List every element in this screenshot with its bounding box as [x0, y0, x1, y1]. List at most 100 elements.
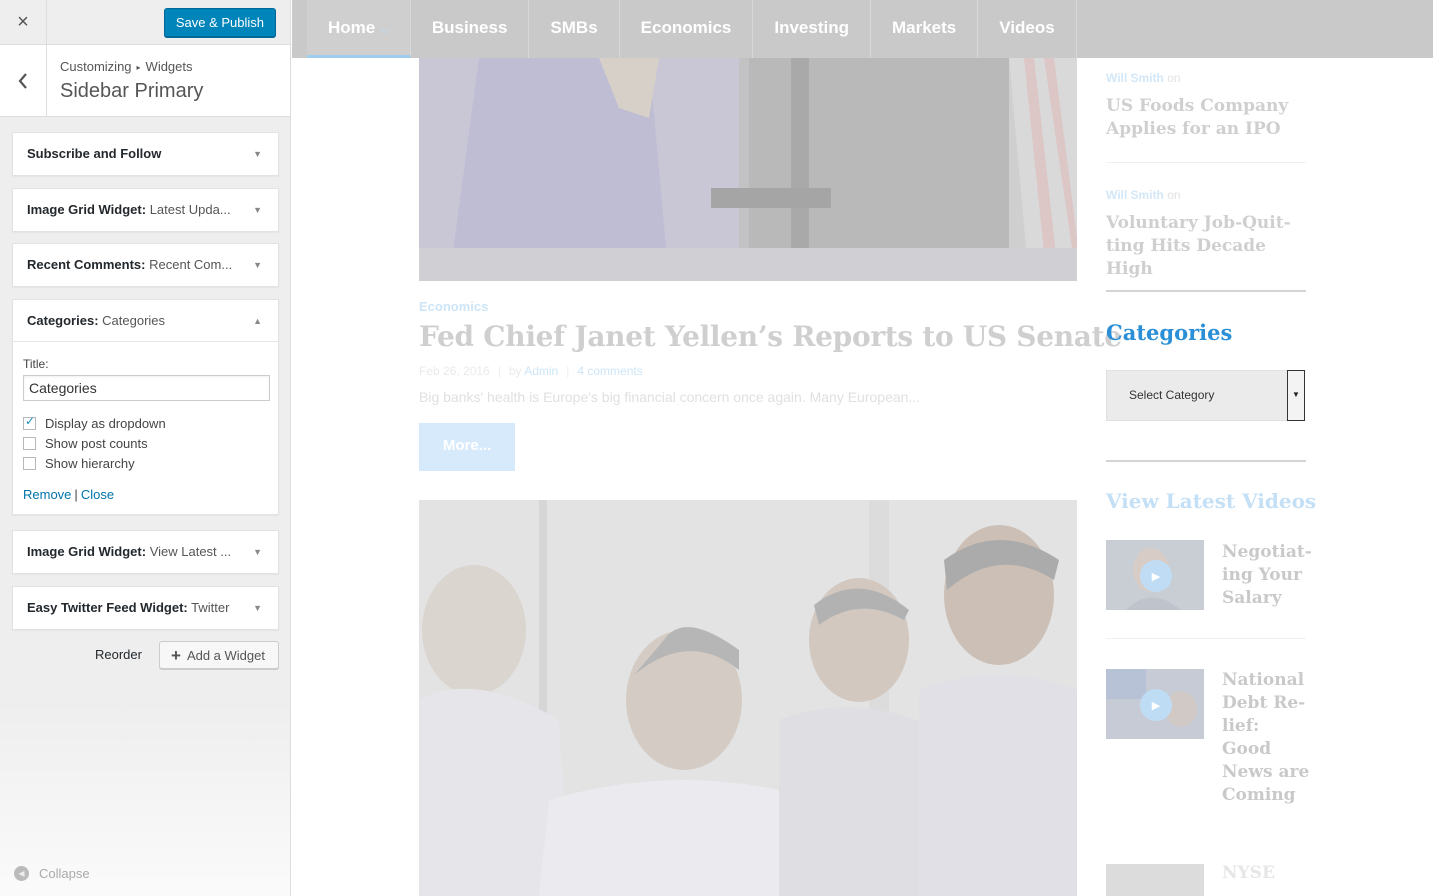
widget-name: Easy Twitter Feed Widget — [27, 600, 184, 615]
widget-easy-twitter-feed[interactable]: Easy Twitter Feed Widget: Twitter ▼ — [12, 586, 279, 630]
reorder-link[interactable]: Reorder — [95, 647, 142, 662]
more-button[interactable]: More... — [419, 423, 515, 471]
categories-heading: Categories — [1106, 320, 1233, 345]
widget-image-grid-latest-updates[interactable]: Image Grid Widget: Latest Upda... ▼ — [12, 188, 279, 232]
videos-heading: View Latest Videos — [1106, 489, 1317, 513]
expand-arrow-icon[interactable]: ▼ — [253, 133, 262, 175]
remove-link[interactable]: Remove — [23, 487, 71, 502]
post-by: by — [508, 364, 522, 378]
option-show-hierarchy[interactable]: Show hierarchy — [23, 453, 268, 473]
video-thumbnail[interactable]: ▶ — [1106, 669, 1204, 739]
customizer-header: × Save & Publish — [0, 0, 290, 45]
dropdown-arrow-icon[interactable]: ▼ — [1287, 370, 1305, 421]
nav-item-economics[interactable]: Economics — [620, 0, 754, 58]
nav-item-business[interactable]: Business — [411, 0, 530, 58]
post-excerpt: Big banks' health is Europe's big financ… — [419, 389, 921, 405]
breadcrumb-current: Widgets — [145, 59, 193, 74]
breadcrumb-separator-icon: ▸ — [136, 63, 141, 72]
collapse-label: Collapse — [39, 866, 90, 881]
section-header: Customizing ▸ Widgets Sidebar Primary — [0, 45, 290, 117]
widget-header[interactable]: Easy Twitter Feed Widget: Twitter ▼ — [13, 587, 278, 629]
nav-item-investing[interactable]: Investing — [753, 0, 871, 58]
recent-post-title[interactable]: Voluntary Job-Quit-ting Hits Decade High — [1106, 212, 1311, 281]
add-widget-button[interactable]: + Add a Widget — [159, 641, 279, 669]
widget-recent-comments[interactable]: Recent Comments: Recent Com... ▼ — [12, 243, 279, 287]
video-title[interactable]: NYSE — [1222, 862, 1312, 885]
nav-item-smbs[interactable]: SMBs — [529, 0, 620, 58]
nav-item-markets[interactable]: Markets — [871, 0, 979, 58]
recent-post-title[interactable]: US Foods Company Applies for an IPO — [1106, 95, 1311, 141]
post-title[interactable]: Fed Chief Janet Yellen’s Reports to US S… — [419, 320, 1122, 353]
widget-subtitle: Latest Upda... — [149, 202, 231, 217]
widget-form: Title: Categories Display as dropdown Sh… — [13, 342, 278, 514]
widget-name: Recent Comments — [27, 257, 142, 272]
widget-subscribe-and-follow[interactable]: Subscribe and Follow ▼ — [12, 132, 279, 176]
post-featured-image[interactable] — [419, 500, 1077, 896]
play-icon[interactable]: ▶ — [1140, 560, 1172, 592]
play-icon[interactable]: ▶ — [1140, 689, 1172, 721]
expand-arrow-icon[interactable]: ▼ — [253, 244, 262, 286]
widget-name: Subscribe and Follow — [27, 146, 162, 161]
widget-subtitle: Categories — [102, 313, 166, 328]
expand-arrow-icon[interactable]: ▼ — [253, 189, 262, 231]
post-author-link[interactable]: Admin — [524, 364, 558, 378]
widget-categories: Categories: Categories ▲ Title: Categori… — [12, 299, 279, 515]
post-category[interactable]: Economics — [419, 299, 488, 314]
save-publish-button[interactable]: Save & Publish — [163, 8, 276, 37]
collapse-arrow-icon[interactable]: ▲ — [253, 300, 262, 341]
widget-name: Image Grid Widget — [27, 202, 142, 217]
nav-item-videos[interactable]: Videos — [978, 0, 1077, 58]
breadcrumb: Customizing ▸ Widgets — [60, 59, 193, 74]
chevron-down-icon: ⌵ — [381, 25, 389, 36]
option-show-post-counts[interactable]: Show post counts — [23, 433, 268, 453]
post-date: Feb 26, 2016 — [419, 364, 490, 378]
video-thumbnail[interactable] — [1106, 864, 1204, 896]
section-title: Sidebar Primary — [60, 80, 204, 102]
option-display-dropdown[interactable]: Display as dropdown — [23, 413, 268, 433]
checkbox[interactable] — [23, 436, 36, 450]
video-title[interactable]: National Debt Re-lief: Good News are Com… — [1222, 669, 1312, 807]
widget-name: Image Grid Widget — [27, 544, 142, 559]
action-separator: | — [74, 487, 78, 502]
widget-subtitle: View Latest ... — [149, 544, 232, 559]
back-arrow-icon[interactable] — [0, 45, 47, 116]
comment-author[interactable]: Will Smith on — [1106, 188, 1181, 202]
comment-author[interactable]: Will Smith on — [1106, 71, 1181, 85]
post-comments-link[interactable]: 4 comments — [577, 364, 642, 378]
add-widget-label: Add a Widget — [186, 648, 265, 663]
widget-subtitle: Recent Com... — [149, 257, 233, 272]
select-value: Select Category — [1129, 388, 1215, 402]
site-navigation: Home ⌵ Business SMBs Economics Investing … — [292, 0, 1433, 58]
widget-header[interactable]: Image Grid Widget: Latest Upda... ▼ — [13, 189, 278, 231]
video-thumbnail[interactable]: ▶ — [1106, 540, 1204, 610]
title-input[interactable]: Categories — [23, 375, 270, 401]
widget-actions: Remove | Close — [23, 487, 268, 502]
plus-icon: + — [171, 646, 181, 665]
customizer-panel: × Save & Publish Customizing ▸ Widgets Sid… — [0, 0, 291, 896]
close-customizer-button[interactable]: × — [0, 0, 47, 45]
widget-header[interactable]: Categories: Categories ▲ — [13, 300, 278, 342]
option-label: Show post counts — [45, 435, 148, 451]
checkbox[interactable] — [23, 456, 36, 470]
divider — [1106, 638, 1306, 639]
post-featured-image[interactable] — [419, 58, 1077, 281]
nav-item-home[interactable]: Home ⌵ — [307, 0, 411, 58]
widget-subtitle: Twitter — [191, 600, 230, 615]
expand-arrow-icon[interactable]: ▼ — [253, 587, 262, 629]
widget-header[interactable]: Subscribe and Follow ▼ — [13, 133, 278, 175]
divider — [1106, 162, 1306, 163]
section-divider — [1106, 290, 1306, 292]
category-select[interactable]: Select Category ▼ — [1106, 370, 1305, 421]
close-link[interactable]: Close — [81, 487, 114, 502]
video-title[interactable]: Negotiat-ing Your Salary — [1222, 541, 1312, 610]
expand-arrow-icon[interactable]: ▼ — [253, 531, 262, 573]
collapse-button[interactable]: ◀ Collapse — [14, 866, 90, 881]
widget-header[interactable]: Recent Comments: Recent Com... ▼ — [13, 244, 278, 286]
widget-name: Categories — [27, 313, 95, 328]
widget-header[interactable]: Image Grid Widget: View Latest ... ▼ — [13, 531, 278, 573]
widget-image-grid-view-latest[interactable]: Image Grid Widget: View Latest ... ▼ — [12, 530, 279, 574]
post-meta: Feb 26, 2016 | by Admin | 4 comments — [419, 364, 643, 378]
title-label: Title: — [23, 357, 49, 371]
checkbox-checked[interactable] — [23, 414, 36, 430]
section-divider — [1106, 460, 1306, 462]
